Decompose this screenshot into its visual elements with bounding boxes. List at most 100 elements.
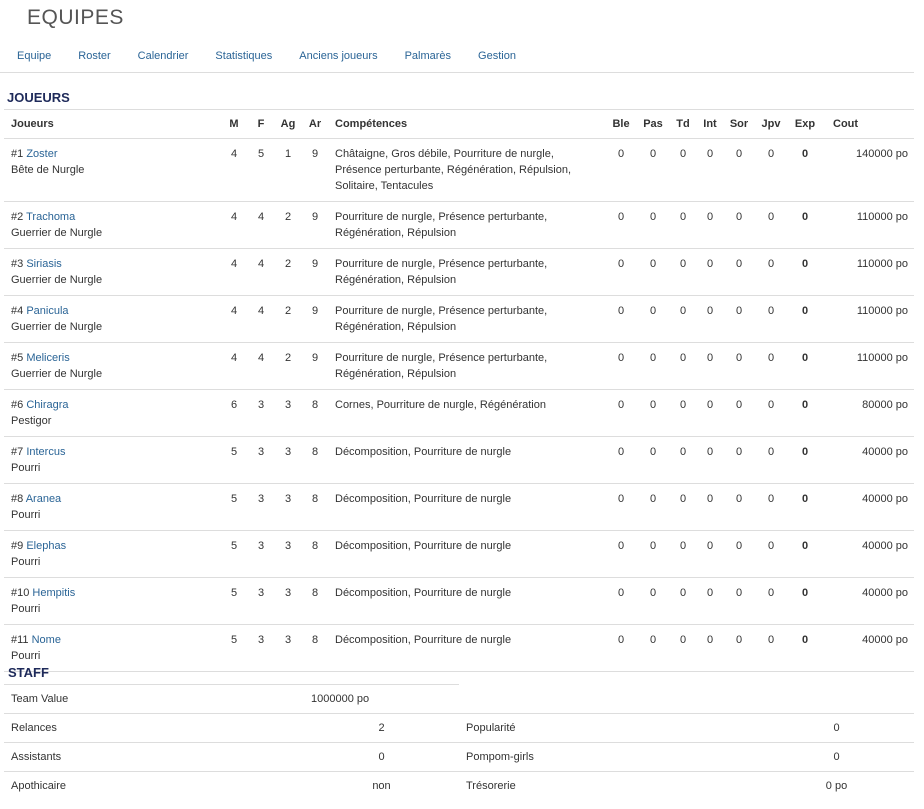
- count-jpv: 0: [755, 436, 787, 484]
- staff-value: 0 po: [759, 771, 914, 800]
- nav-palmares[interactable]: Palmarès: [391, 42, 464, 72]
- count-ble: 0: [605, 530, 637, 578]
- player-cost: 40000 po: [823, 436, 914, 484]
- staff-label: Relances: [4, 713, 304, 743]
- count-pas: 0: [637, 389, 669, 437]
- player-row: #9 Elephas Pourri 5 3 3 8 Décomposition, Pourr…: [4, 530, 914, 578]
- player-name-link[interactable]: Elephas: [26, 540, 66, 552]
- stat-f: 4: [248, 295, 274, 343]
- count-td: 0: [669, 295, 697, 343]
- staff-label: Popularité: [459, 713, 759, 743]
- count-sor: 0: [723, 389, 755, 437]
- player-name-link[interactable]: Siriasis: [26, 258, 61, 270]
- player-cost: 40000 po: [823, 483, 914, 531]
- count-exp: 0: [787, 436, 823, 484]
- header-int: Int: [697, 109, 723, 139]
- count-jpv: 0: [755, 201, 787, 249]
- player-cost: 110000 po: [823, 248, 914, 296]
- stat-m: 4: [220, 342, 248, 390]
- player-cell: #3 Siriasis Guerrier de Nurgle: [4, 248, 220, 296]
- header-exp: Exp: [787, 109, 823, 139]
- player-cell: #10 Hempitis Pourri: [4, 577, 220, 625]
- count-exp: 0: [787, 483, 823, 531]
- count-td: 0: [669, 436, 697, 484]
- player-position: Pourri: [11, 650, 41, 662]
- team-nav: Equipe Roster Calendrier Statistiques An…: [0, 42, 914, 73]
- player-name-link[interactable]: Aranea: [26, 493, 61, 505]
- count-pas: 0: [637, 201, 669, 249]
- nav-equipe[interactable]: Equipe: [0, 42, 65, 72]
- count-ble: 0: [605, 577, 637, 625]
- staff-label: Assistants: [4, 742, 304, 772]
- staff-value: 0: [304, 742, 459, 772]
- count-sor: 0: [723, 201, 755, 249]
- count-int: 0: [697, 138, 723, 202]
- player-cell: #1 Zoster Bête de Nurgle: [4, 138, 220, 202]
- player-cell: #2 Trachoma Guerrier de Nurgle: [4, 201, 220, 249]
- players-section-title: JOUEURS: [7, 90, 70, 105]
- player-number: #8: [11, 493, 24, 505]
- player-cell: #7 Intercus Pourri: [4, 436, 220, 484]
- player-name-link[interactable]: Trachoma: [26, 211, 75, 223]
- player-name-link[interactable]: Chiragra: [26, 399, 68, 411]
- count-pas: 0: [637, 577, 669, 625]
- count-exp: 0: [787, 530, 823, 578]
- page-title: EQUIPES: [27, 6, 124, 29]
- player-skills: Décomposition, Pourriture de nurgle: [328, 577, 605, 625]
- nav-anciens-joueurs[interactable]: Anciens joueurs: [286, 42, 391, 72]
- count-exp: 0: [787, 295, 823, 343]
- player-cost: 40000 po: [823, 530, 914, 578]
- stat-m: 6: [220, 389, 248, 437]
- stat-m: 4: [220, 201, 248, 249]
- header-jpv: Jpv: [755, 109, 787, 139]
- stat-ag: 2: [274, 342, 302, 390]
- count-sor: 0: [723, 248, 755, 296]
- stat-ag: 1: [274, 138, 302, 202]
- count-jpv: 0: [755, 577, 787, 625]
- stat-ag: 2: [274, 248, 302, 296]
- stat-m: 4: [220, 138, 248, 202]
- player-row: #2 Trachoma Guerrier de Nurgle 4 4 2 9 Pourrit…: [4, 201, 914, 249]
- player-number: #2: [11, 211, 24, 223]
- header-ble: Ble: [605, 109, 637, 139]
- player-skills: Pourriture de nurgle, Présence perturban…: [328, 342, 605, 390]
- stat-m: 5: [220, 483, 248, 531]
- player-row: #3 Siriasis Guerrier de Nurgle 4 4 2 9 Pourrit…: [4, 248, 914, 296]
- count-pas: 0: [637, 248, 669, 296]
- count-pas: 0: [637, 483, 669, 531]
- nav-roster[interactable]: Roster: [65, 42, 124, 72]
- count-td: 0: [669, 624, 697, 672]
- nav-statistiques[interactable]: Statistiques: [202, 42, 286, 72]
- player-name-link[interactable]: Hempitis: [32, 587, 75, 599]
- stat-ar: 8: [302, 483, 328, 531]
- player-name-link[interactable]: Intercus: [26, 446, 65, 458]
- player-row: #10 Hempitis Pourri 5 3 3 8 Décomposition, Pou…: [4, 577, 914, 625]
- count-td: 0: [669, 483, 697, 531]
- players-table: Joueurs M F Ag Ar Compétences Ble Pas Td…: [4, 109, 914, 672]
- nav-gestion[interactable]: Gestion: [465, 42, 530, 72]
- player-name-link[interactable]: Meliceris: [26, 352, 69, 364]
- player-cost: 40000 po: [823, 624, 914, 672]
- team-value-value: 1000000 po: [311, 693, 370, 705]
- count-exp: 0: [787, 342, 823, 390]
- player-name-link[interactable]: Zoster: [26, 148, 57, 160]
- count-td: 0: [669, 530, 697, 578]
- count-td: 0: [669, 577, 697, 625]
- player-skills: Châtaigne, Gros débile, Pourriture de nu…: [328, 138, 605, 202]
- count-pas: 0: [637, 530, 669, 578]
- header-competences: Compétences: [328, 109, 605, 139]
- player-name-link[interactable]: Panicula: [26, 305, 68, 317]
- stat-ag: 3: [274, 577, 302, 625]
- player-number: #6: [11, 399, 24, 411]
- player-cost: 110000 po: [823, 295, 914, 343]
- player-skills: Décomposition, Pourriture de nurgle: [328, 483, 605, 531]
- player-name-link[interactable]: Nome: [32, 634, 61, 646]
- count-int: 0: [697, 389, 723, 437]
- team-value-row: Team Value 1000000 po: [4, 685, 459, 714]
- nav-calendrier[interactable]: Calendrier: [124, 42, 202, 72]
- player-skills: Cornes, Pourriture de nurgle, Régénérati…: [328, 389, 605, 437]
- stat-m: 5: [220, 436, 248, 484]
- count-td: 0: [669, 248, 697, 296]
- player-skills: Décomposition, Pourriture de nurgle: [328, 624, 605, 672]
- stat-ar: 8: [302, 577, 328, 625]
